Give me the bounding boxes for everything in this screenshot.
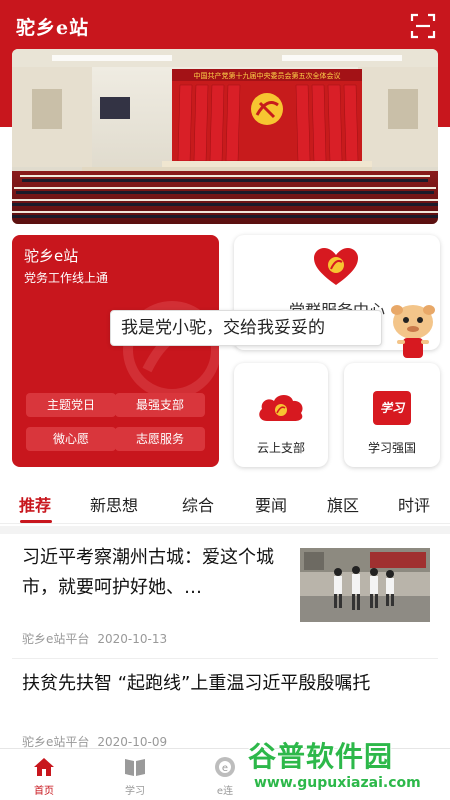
- watermark-url: www.gupuxiazai.com: [254, 775, 421, 791]
- active-tab-indicator: [20, 520, 52, 523]
- tab-banner-district[interactable]: 旗区: [327, 492, 359, 516]
- micro-wish-button[interactable]: 微心愿: [26, 427, 116, 451]
- tab-general[interactable]: 综合: [182, 492, 214, 516]
- e-link-icon: e: [215, 757, 235, 777]
- scan-icon[interactable]: [410, 13, 436, 39]
- tab-new-thought[interactable]: 新思想: [90, 492, 138, 516]
- news-title[interactable]: 扶贫先扶智 “起跑线”上重温习近平殷殷嘱托: [22, 669, 438, 699]
- news-source: 驼乡e站平台: [22, 632, 90, 646]
- strongest-branch-button[interactable]: 最强支部: [115, 393, 205, 417]
- party-cloud-icon: [259, 395, 303, 421]
- nav-home[interactable]: 首页: [14, 755, 74, 797]
- nav-home-label: 首页: [34, 786, 54, 797]
- news-meta: 驼乡e站平台 2020-10-13: [22, 630, 175, 647]
- banner-image[interactable]: 中国共产党第十九届中央委员会第五次全体会议: [12, 49, 438, 224]
- nav-e-link-label: e连: [216, 786, 234, 797]
- tab-recommend[interactable]: 推荐: [19, 492, 51, 516]
- news-source: 驼乡e站平台: [22, 735, 90, 749]
- camel-mascot-icon[interactable]: [383, 300, 443, 362]
- news-divider: [12, 658, 438, 659]
- xuexi-icon: 学习: [373, 391, 411, 425]
- cloud-branch-label: 云上支部: [256, 441, 305, 455]
- party-work-card[interactable]: 驼乡e站 党务工作线上通 主题党日 最强支部 微心愿 志愿服务: [12, 235, 219, 467]
- volunteer-service-button[interactable]: 志愿服务: [115, 427, 205, 451]
- xuexi-card[interactable]: 学习 学习强国: [344, 363, 440, 467]
- heart-hands-icon: [314, 248, 358, 285]
- street-photo: [300, 548, 430, 622]
- news-date: 2020-10-09: [97, 735, 168, 749]
- news-date: 2020-10-13: [97, 632, 168, 646]
- conference-hall-picture: 中国共产党第十九届中央委员会第五次全体会议: [12, 49, 438, 224]
- theme-party-day-button[interactable]: 主题党日: [26, 393, 116, 417]
- nav-study[interactable]: 学习: [105, 755, 165, 797]
- tab-headlines[interactable]: 要闻: [255, 492, 287, 516]
- site-watermark: 谷普软件园 www.gupuxiazai.com: [248, 735, 450, 797]
- watermark-brand: 谷普软件园: [248, 740, 394, 773]
- app-header: 驼乡e站: [0, 0, 450, 52]
- banner-headline: 中国共产党第十九届中央委员会第五次全体会议: [194, 71, 341, 80]
- tab-commentary[interactable]: 时评: [398, 492, 430, 516]
- news-thumbnail[interactable]: [300, 548, 430, 622]
- card-title: 驼乡e站: [24, 247, 79, 265]
- nav-e-link[interactable]: e e连: [195, 755, 255, 797]
- cloud-branch-card[interactable]: 云上支部: [234, 363, 328, 467]
- mascot-speech-bubble[interactable]: 我是党小驼，交给我妥妥的: [110, 310, 382, 346]
- xuexi-label: 学习强国: [367, 441, 416, 455]
- nav-study-label: 学习: [125, 786, 145, 797]
- book-icon: [125, 759, 145, 776]
- home-icon: [34, 758, 54, 776]
- svg-text:e: e: [222, 763, 228, 774]
- news-title[interactable]: 习近平考察潮州古城：爱这个城市，就要呵护好她、…: [22, 543, 287, 603]
- card-subtitle: 党务工作线上通: [24, 271, 109, 285]
- category-tabs: 推荐 新思想 综合 要闻 旗区 时评: [0, 482, 450, 524]
- app-title: 驼乡e站: [16, 17, 90, 39]
- section-divider: [0, 526, 450, 534]
